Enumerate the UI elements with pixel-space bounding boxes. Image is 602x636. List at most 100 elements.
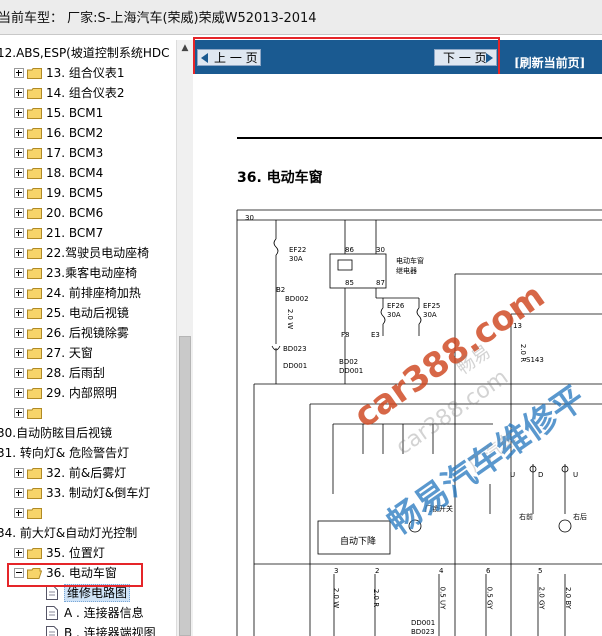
label-n13: 13 [513,322,522,330]
label-right-front: 右前 [519,513,533,521]
tree-item[interactable]: 20. BCM6 [14,203,103,223]
tree-item-label: 21. BCM7 [46,226,104,240]
tree-item[interactable]: 16. BCM2 [14,123,103,143]
arrow-right-icon [486,53,493,63]
label-wire-bottom-0-5gy: 0.5 GY [485,586,494,610]
tree-item[interactable]: 14. 组合仪表2 [14,83,125,103]
expand-plus-icon[interactable] [14,408,24,418]
tree-item[interactable]: 维修电路图 [46,583,131,603]
label-s143: S143 [526,356,544,364]
expand-plus-icon[interactable] [14,508,24,518]
tree-item[interactable]: 27. 天窗 [14,343,93,363]
tree-item[interactable]: 12.ABS,ESP(坡道控制系统HDC [0,43,170,63]
tree-item[interactable]: 35. 位置灯 [14,543,105,563]
document-icon [46,586,58,600]
label-door-switch: 门锁开关 [425,505,453,513]
tree-item[interactable]: 28. 后雨刮 [14,363,105,383]
label-bd02: BD02 [339,358,359,366]
expand-plus-icon[interactable] [14,288,24,298]
folder-icon [27,87,42,99]
label-u1: U [510,471,516,479]
tree-item[interactable]: 29. 内部照明 [14,383,117,403]
tree-item[interactable]: 15. BCM1 [14,103,103,123]
expand-plus-icon[interactable] [14,168,24,178]
expand-plus-icon[interactable] [14,268,24,278]
expand-plus-icon[interactable] [14,488,24,498]
label-relay-name: 电动车窗 继电器 [396,257,424,275]
arrow-left-icon [201,53,208,63]
label-wire-bottom-2-0by: 2.0 BY [564,586,573,610]
expand-plus-icon[interactable] [14,368,24,378]
expand-plus-icon[interactable] [14,388,24,398]
expand-plus-icon[interactable] [14,188,24,198]
label-ef25-amp: 30A [423,311,437,319]
tree-item[interactable]: 22.驾驶员电动座椅 [14,243,149,263]
expand-plus-icon[interactable] [14,548,24,558]
expand-plus-icon[interactable] [14,328,24,338]
tree-item[interactable]: 36. 电动车窗 [14,563,117,583]
tree-item[interactable]: 31. 转向灯& 危险警告灯 [0,443,129,463]
expand-plus-icon[interactable] [14,108,24,118]
tree-item[interactable] [14,403,46,423]
expand-plus-icon[interactable] [14,128,24,138]
tree-item[interactable]: 13. 组合仪表1 [14,63,125,83]
tree-item[interactable]: 34. 前大灯&自动灯光控制 [0,523,137,543]
tree-item-label: 27. 天窗 [46,346,93,360]
tree-item[interactable]: 23.乘客电动座椅 [14,263,137,283]
expand-plus-icon[interactable] [14,348,24,358]
next-page-label: 下 一 页 [443,51,487,65]
label-e3: E3 [371,331,380,339]
folder-icon [27,347,42,359]
folder-open-icon [27,567,42,579]
folder-icon [27,227,42,239]
tree-item-label: 17. BCM3 [46,146,104,160]
label-d1: D [538,471,544,479]
tree-item[interactable]: 21. BCM7 [14,223,103,243]
expand-plus-icon[interactable] [14,228,24,238]
tree-item-label: 24. 前排座椅加热 [46,286,141,300]
label-pin-4: 4 [439,567,444,575]
expand-plus-icon[interactable] [14,248,24,258]
tree-item[interactable]: 33. 制动灯&倒车灯 [14,483,150,503]
tree-view[interactable]: 12.ABS,ESP(坡道控制系统HDC 13. 组合仪表1 14. 组合仪表2 15… [0,40,176,636]
folder-icon [27,387,42,399]
refresh-page-link[interactable]: [刷新当前页] [514,54,585,71]
folder-icon [27,207,42,219]
tree-item[interactable]: 19. BCM5 [14,183,103,203]
label-ef22: EF22 [289,246,307,254]
tree-item[interactable]: 26. 后视镜除雾 [14,323,129,343]
label-bd023: BD023 [283,345,307,353]
next-page-button[interactable]: 下 一 页 [434,49,497,66]
tree-item[interactable]: 25. 电动后视镜 [14,303,129,323]
folder-icon [27,327,42,339]
tree-item-label: 34. 前大灯&自动灯光控制 [0,526,138,540]
expand-plus-icon[interactable] [14,208,24,218]
tree-item[interactable]: 32. 前&后雾灯 [14,463,126,483]
scroll-thumb[interactable] [179,336,191,636]
tree-item[interactable]: A . 连接器信息 [46,603,144,623]
tree-item[interactable]: 17. BCM3 [14,143,103,163]
expand-plus-icon[interactable] [14,68,24,78]
expand-plus-icon[interactable] [14,148,24,158]
prev-page-button[interactable]: 上 一 页 [197,49,261,66]
folder-icon [27,247,42,259]
tree-scrollbar[interactable]: ▲ [176,40,193,636]
tree-item[interactable]: B . 连接器端视图 [46,623,156,636]
wiring-diagram: 36. 电动车窗 30 EF22 30A B2 BD002 2.0 W BD02… [193,74,602,636]
tree-item[interactable]: 24. 前排座椅加热 [14,283,141,303]
tree-item[interactable]: 30.自动防眩目后视镜 [0,423,112,443]
label-dd001: DD001 [283,362,308,370]
expand-plus-icon[interactable] [14,88,24,98]
tree-item[interactable]: 18. BCM4 [14,163,103,183]
tree-item-label: 33. 制动灯&倒车灯 [46,486,151,500]
expand-plus-icon[interactable] [14,468,24,478]
scroll-up-arrow-icon[interactable]: ▲ [177,40,193,56]
document-icon [46,626,58,636]
label-wire-bottom-0-5uy: 0.5 UY [438,586,447,610]
expand-plus-icon[interactable] [14,308,24,318]
tree-item[interactable] [14,503,46,523]
collapse-minus-icon[interactable] [14,568,24,578]
page-nav-bar: 上 一 页 下 一 页 [刷新当前页] [193,40,602,74]
label-n30: 30 [245,214,254,222]
tree-item-label: 31. 转向灯& 危险警告灯 [0,446,130,460]
